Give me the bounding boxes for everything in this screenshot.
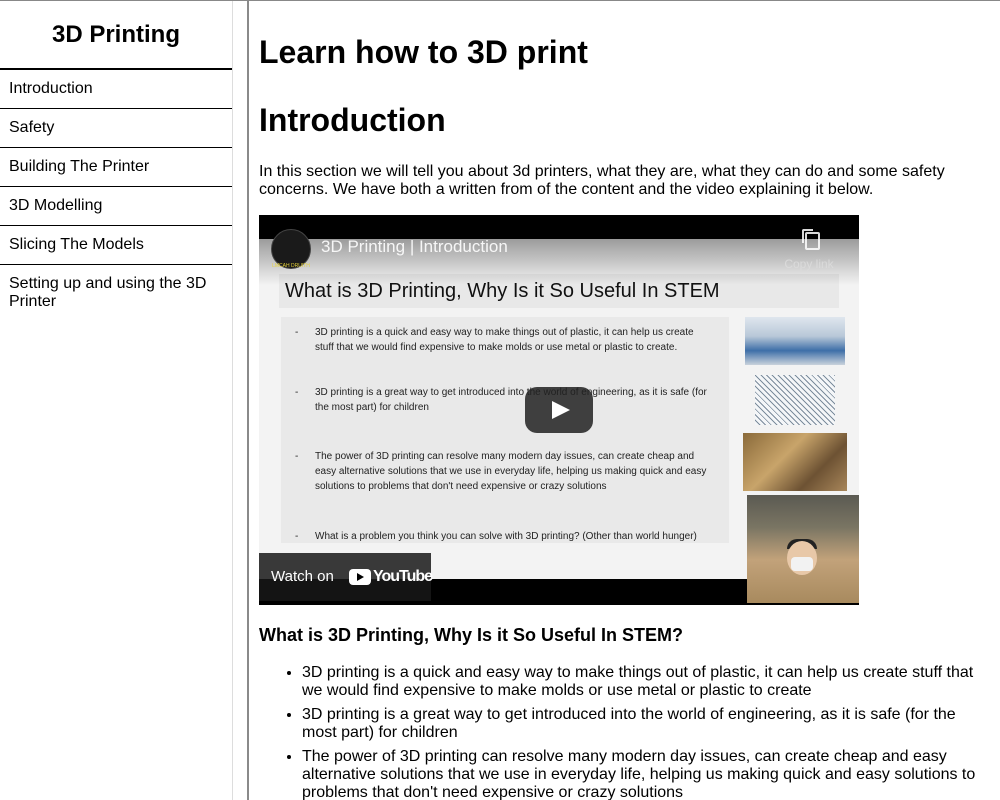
list-item: 3D printing is a quick and easy way to m…	[302, 664, 979, 700]
youtube-play-icon	[349, 569, 371, 585]
printer-photo	[745, 317, 845, 365]
video-embed[interactable]: What is 3D Printing, Why Is it So Useful…	[259, 215, 859, 605]
channel-logo-text: LMCAH DRUITH	[272, 263, 310, 269]
section-title: Introduction	[259, 102, 446, 138]
sidebar-item-setting-up-printer[interactable]: Setting up and using the 3D Printer	[0, 265, 232, 323]
slide-body: 3D printing is a quick and easy way to m…	[281, 317, 729, 544]
sidebar-title: 3D Printing	[0, 1, 232, 70]
page-title: Learn how to 3D print	[259, 34, 588, 70]
intro-paragraph: In this section we will tell you about 3…	[259, 163, 945, 198]
video-title[interactable]: 3D Printing | Introduction	[321, 237, 508, 257]
watch-on-label: Watch on	[271, 568, 334, 585]
copy-icon	[802, 229, 820, 250]
sidebar-item-building-the-printer[interactable]: Building The Printer	[0, 148, 232, 187]
sidebar-item-3d-modelling[interactable]: 3D Modelling	[0, 187, 232, 226]
sketch-photo	[755, 375, 835, 425]
main-content: Learn how to 3D print Introduction In th…	[259, 1, 989, 800]
sidebar-item-introduction[interactable]: Introduction	[0, 70, 232, 109]
sidebar: 3D Printing Introduction Safety Building…	[0, 1, 232, 800]
slide-bullet: The power of 3D printing can resolve man…	[293, 449, 713, 494]
presenter-mask	[791, 557, 813, 571]
sidebar-divider	[247, 1, 249, 800]
play-icon	[552, 401, 570, 419]
sidebar-scroll-gutter	[232, 1, 247, 800]
watch-on-youtube-button[interactable]: Watch on YouTube	[259, 553, 433, 601]
slide-bullet: 3D printing is a quick and easy way to m…	[293, 325, 713, 355]
sidebar-item-slicing-the-models[interactable]: Slicing The Models	[0, 226, 232, 265]
shelf-photo	[743, 433, 847, 491]
play-button[interactable]	[525, 387, 593, 433]
list-item: The power of 3D printing can resolve man…	[302, 748, 979, 800]
slide-bullet: What is a problem you think you can solv…	[293, 529, 713, 544]
slide-bullet: 3D printing is a great way to get introd…	[293, 385, 713, 415]
content-bullet-list: 3D printing is a quick and easy way to m…	[259, 664, 979, 800]
copy-link-label: Copy link	[784, 257, 834, 271]
sidebar-item-safety[interactable]: Safety	[0, 109, 232, 148]
content-subheading: What is 3D Printing, Why Is it So Useful…	[259, 625, 684, 645]
sidebar-nav: Introduction Safety Building The Printer…	[0, 70, 232, 323]
channel-logo[interactable]: LMCAH DRUITH	[271, 229, 311, 269]
list-item: 3D printing is a great way to get introd…	[302, 706, 979, 742]
copy-link-button[interactable]: Copy link	[779, 229, 839, 271]
youtube-wordmark: YouTube	[373, 568, 433, 585]
